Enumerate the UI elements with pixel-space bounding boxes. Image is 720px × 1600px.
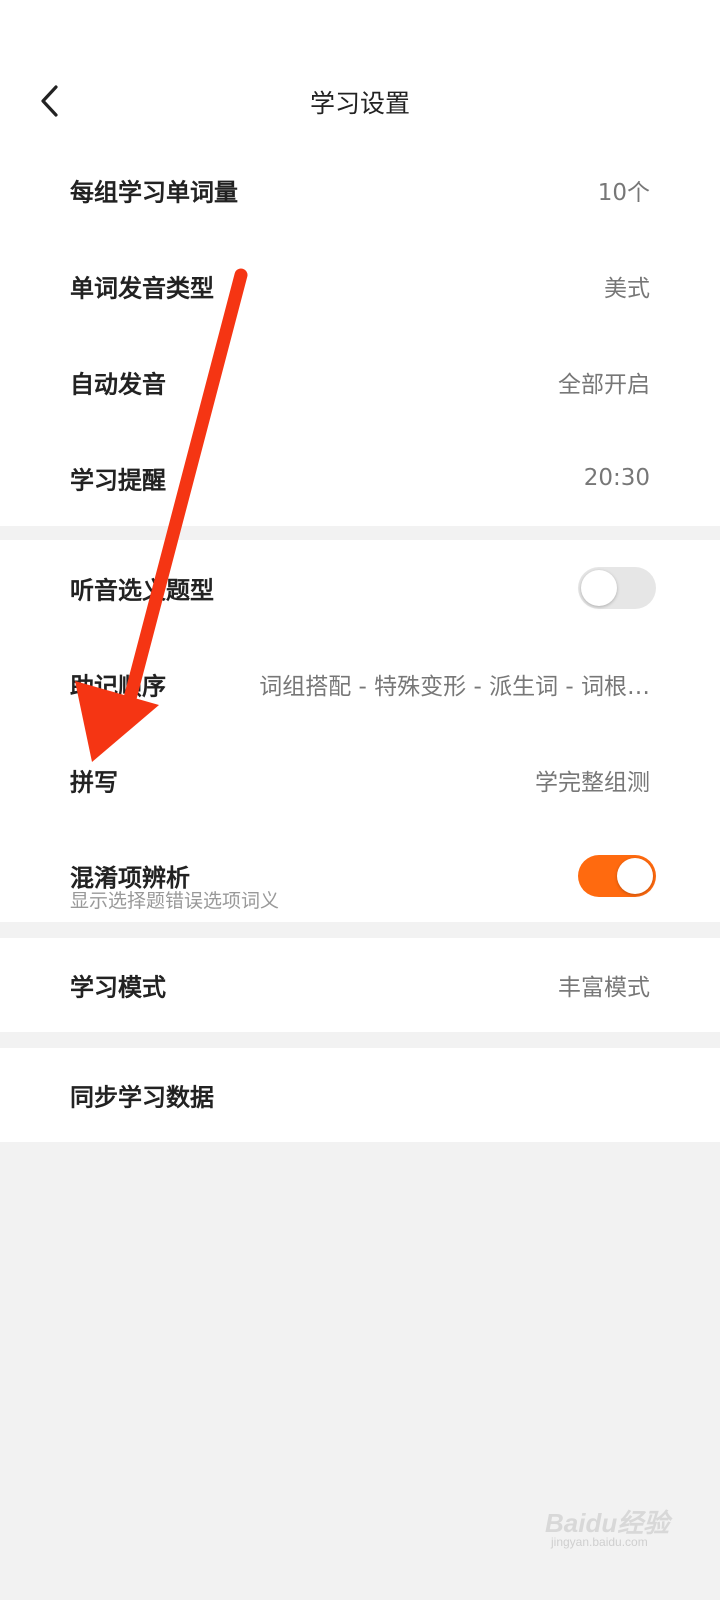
row-value: 词组搭配 - 特殊变形 - 派生词 - 词根… [259,674,650,700]
row-sublabel: 显示选择题错误选项词义 [70,890,280,912]
row-value: 10个 [597,180,650,206]
row-value: 20:30 [583,465,650,491]
row-value: 美式 [604,276,650,302]
row-label: 拼写 [70,768,118,797]
assist-order-row[interactable]: 助记顺序 词组搭配 - 特殊变形 - 派生词 - 词根… [0,636,720,732]
page-title: 学习设置 [309,89,410,118]
row-label: 同步学习数据 [70,1083,214,1112]
confusion-analysis-row: 混淆项辨析 显示选择题错误选项词义 [0,828,720,924]
row-label: 自动发音 [70,370,166,399]
study-reminder-row[interactable]: 学习提醒 20:30 [0,430,720,526]
row-label: 听音选义题型 [70,576,214,605]
toggle-knob [617,858,653,894]
header-bar: 学习设置 [0,0,720,150]
row-value: 丰富模式 [558,975,650,1001]
mode-section: 学习模式 丰富模式 [0,938,720,1032]
settings-page: 学习设置 每组学习单词量 10个 单词发音类型 美式 自动发音 全部开启 学习提… [0,0,720,1600]
row-label: 助记顺序 [70,672,166,701]
basic-settings-section: 每组学习单词量 10个 单词发音类型 美式 自动发音 全部开启 学习提醒 20:… [0,150,720,526]
watermark-url: jingyan.baidu.com [551,1535,648,1549]
sync-data-row[interactable]: 同步学习数据 [0,1048,720,1142]
spelling-row[interactable]: 拼写 学完整组测 [0,732,720,828]
row-value: 全部开启 [558,372,650,398]
practice-settings-section: 听音选义题型 助记顺序 词组搭配 - 特殊变形 - 派生词 - 词根… 拼写 学… [0,540,720,922]
row-label: 学习模式 [70,973,166,1002]
listen-choice-toggle[interactable] [578,567,656,609]
words-per-group-row[interactable]: 每组学习单词量 10个 [0,142,720,238]
sync-section: 同步学习数据 [0,1048,720,1142]
row-label: 每组学习单词量 [70,178,238,207]
auto-pronounce-row[interactable]: 自动发音 全部开启 [0,334,720,430]
confusion-analysis-toggle[interactable] [578,855,656,897]
row-value: 学完整组测 [535,770,650,796]
listen-choice-row: 听音选义题型 [0,540,720,636]
pronunciation-type-row[interactable]: 单词发音类型 美式 [0,238,720,334]
watermark: Baidu经验 jingyan.baidu.com [545,1495,685,1555]
row-label: 单词发音类型 [70,274,214,303]
toggle-knob [581,570,617,606]
row-label: 学习提醒 [70,466,166,495]
study-mode-row[interactable]: 学习模式 丰富模式 [0,938,720,1032]
